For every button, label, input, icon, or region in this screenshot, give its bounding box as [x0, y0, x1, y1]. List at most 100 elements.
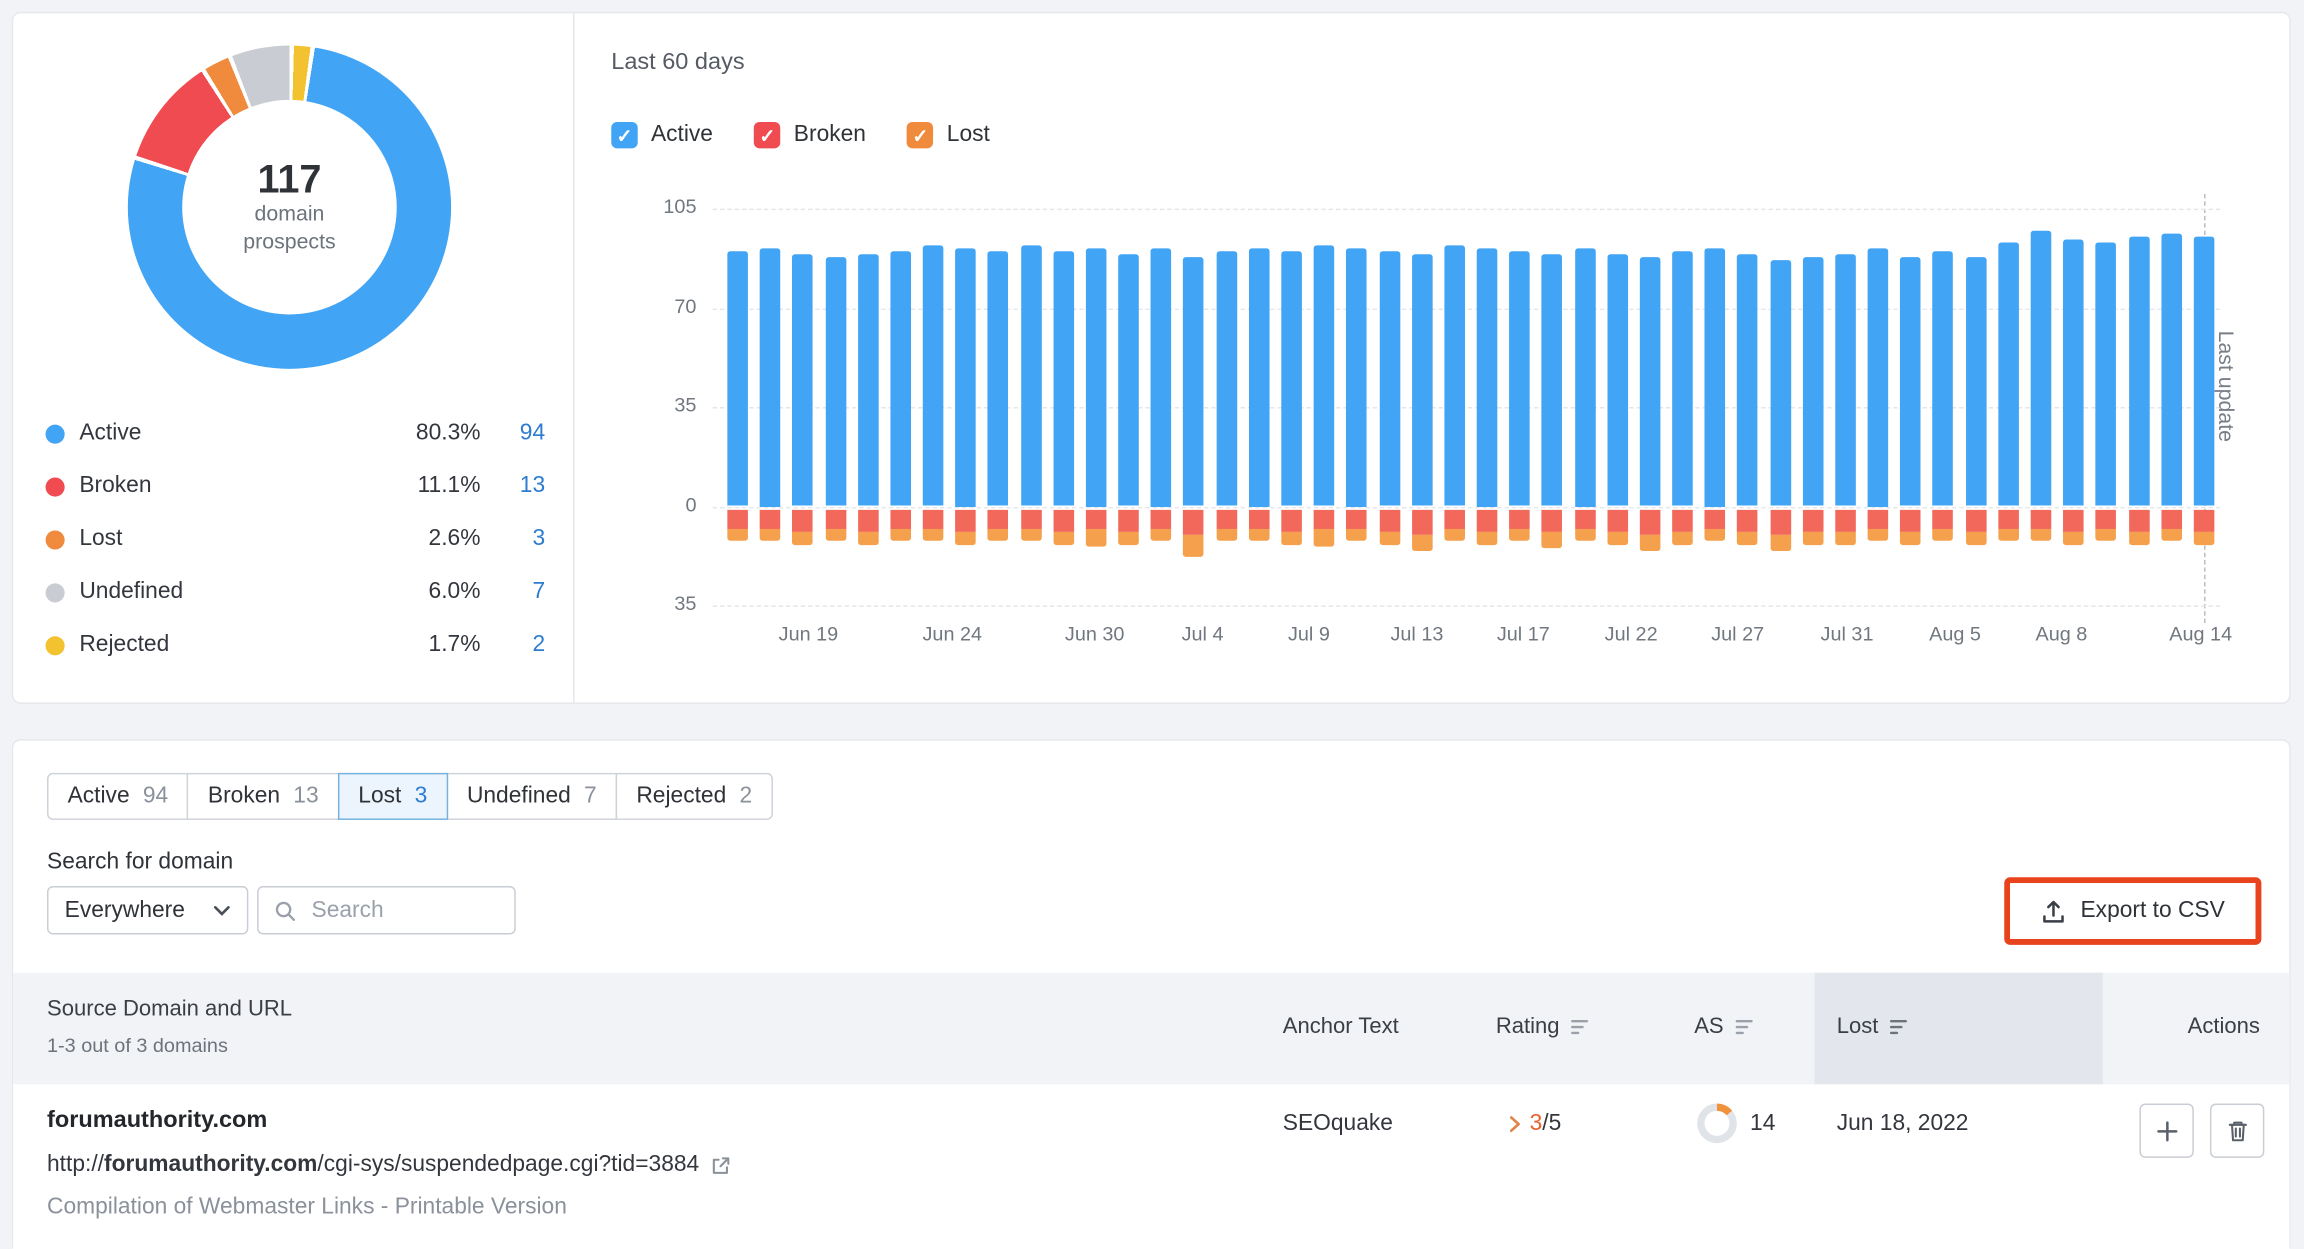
- bar-broken: [1183, 509, 1205, 535]
- column-header-actions: Actions: [2187, 1013, 2260, 1039]
- bar-broken: [1281, 509, 1302, 532]
- add-to-list-button[interactable]: [2139, 1103, 2194, 1158]
- bar-lost: [1379, 531, 1400, 546]
- bar-active: [1118, 254, 1139, 507]
- bar-broken: [922, 509, 944, 529]
- domain-search-box[interactable]: [257, 886, 516, 935]
- bar-broken: [988, 509, 1009, 529]
- bar-broken: [1639, 509, 1661, 535]
- legend-color-dot: [45, 476, 65, 496]
- legend-label: Active: [79, 420, 142, 446]
- y-axis-label: 35: [674, 592, 697, 615]
- url-prefix: http://: [47, 1152, 105, 1177]
- expand-chevron-icon[interactable]: [1509, 1115, 1521, 1133]
- column-header-rating[interactable]: Rating: [1496, 1014, 1591, 1039]
- x-axis-label: Jul 22: [1604, 623, 1658, 646]
- tab-lost[interactable]: Lost 3: [337, 772, 448, 820]
- legend-item-undefined[interactable]: Undefined 6.0% 7: [45, 566, 546, 619]
- filter-label: Active: [650, 121, 713, 147]
- tab-label: Lost: [358, 783, 402, 809]
- filter-checkbox-broken[interactable]: ✓ Broken: [754, 121, 866, 149]
- bar-broken: [1118, 509, 1139, 532]
- bar-lost: [1704, 528, 1726, 541]
- bar-broken: [825, 509, 846, 529]
- bar-lost: [988, 528, 1009, 541]
- export-upload-icon: [2041, 899, 2066, 924]
- bar-active: [1835, 254, 1856, 507]
- plus-icon: [2155, 1119, 2179, 1143]
- search-scope-select[interactable]: Everywhere: [47, 886, 249, 935]
- last-update-label: Last update: [2212, 330, 2237, 442]
- bar-lost: [1737, 531, 1758, 546]
- bar-active: [1965, 256, 1987, 507]
- search-for-domain-label: Search for domain: [47, 849, 234, 875]
- y-axis-label: 35: [674, 393, 697, 416]
- bar-broken: [1932, 509, 1954, 529]
- bar-active: [1672, 251, 1693, 507]
- bar-broken: [759, 509, 781, 529]
- bar-broken: [2128, 509, 2149, 532]
- legend-count-link[interactable]: 2: [480, 632, 545, 658]
- tab-count: 94: [142, 783, 169, 809]
- bar-broken: [1476, 509, 1498, 532]
- bar-active: [2063, 239, 2084, 507]
- tab-broken[interactable]: Broken 13: [187, 772, 340, 820]
- bar-broken: [1965, 509, 1987, 532]
- bar-lost: [1509, 528, 1530, 541]
- bar-lost: [1607, 531, 1628, 546]
- legend-count-link[interactable]: 3: [480, 526, 545, 552]
- donut-center: 117 domain prospects: [182, 99, 397, 315]
- tab-undefined[interactable]: Undefined 7: [446, 772, 618, 820]
- bar-lost: [1118, 531, 1139, 546]
- bar-broken: [2193, 509, 2215, 532]
- legend-color-dot: [45, 423, 65, 444]
- bar-active: [857, 254, 879, 507]
- column-header-lost[interactable]: Lost: [1837, 1014, 1910, 1039]
- legend-count-link[interactable]: 7: [480, 579, 545, 605]
- legend-item-active[interactable]: Active 80.3% 94: [45, 407, 546, 460]
- bar-broken: [1346, 509, 1367, 529]
- source-url: http://forumauthority.com/cgi-sys/suspen…: [47, 1152, 732, 1178]
- filter-checkbox-lost[interactable]: ✓ Lost: [907, 121, 990, 149]
- bar-active: [1444, 245, 1465, 507]
- x-axis-label: Jun 30: [1064, 623, 1125, 646]
- tab-active[interactable]: Active 94: [47, 772, 189, 820]
- bar-lost: [727, 528, 748, 541]
- bar-broken: [1248, 509, 1270, 529]
- bar-broken: [2030, 509, 2052, 529]
- authority-score-cell: 14: [1697, 1103, 1775, 1144]
- bar-active: [2128, 237, 2149, 507]
- url-domain: forumauthority.com: [104, 1152, 318, 1177]
- legend-count-link[interactable]: 94: [480, 420, 545, 446]
- rating-cell: 3/5: [1509, 1111, 1561, 1137]
- bar-broken: [857, 509, 879, 532]
- legend-item-rejected[interactable]: Rejected 1.7% 2: [45, 619, 546, 672]
- tab-label: Undefined: [466, 783, 571, 809]
- donut-total-value: 117: [257, 157, 322, 202]
- legend-percent: 6.0%: [428, 578, 481, 604]
- filter-checkbox-active[interactable]: ✓ Active: [611, 121, 713, 149]
- table-row: forumauthority.com http://forumauthority…: [13, 1084, 2290, 1249]
- bar-lost: [1085, 528, 1107, 547]
- legend-item-broken[interactable]: Broken 11.1% 13: [45, 460, 546, 513]
- x-axis-label: Aug 5: [1929, 623, 1981, 646]
- bar-lost: [1802, 531, 1824, 546]
- legend-item-lost[interactable]: Lost 2.6% 3: [45, 513, 546, 566]
- delete-button[interactable]: [2209, 1103, 2265, 1158]
- sort-icon: [1890, 1018, 1909, 1036]
- bar-lost: [792, 531, 814, 546]
- bar-lost: [1900, 531, 1921, 546]
- search-input[interactable]: [308, 895, 500, 925]
- bar-active: [1867, 248, 1889, 507]
- column-header-as[interactable]: AS: [1694, 1014, 1754, 1039]
- url-path: /cgi-sys/suspendedpage.cgi?tid=3884: [317, 1152, 700, 1177]
- bar-active: [1900, 256, 1921, 507]
- tab-rejected[interactable]: Rejected 2: [615, 772, 773, 820]
- legend-count-link[interactable]: 13: [480, 473, 545, 499]
- search-scope-value: Everywhere: [64, 897, 185, 923]
- donut-label-line1: domain: [254, 202, 325, 227]
- bar-active: [955, 248, 976, 507]
- bar-active: [792, 254, 814, 507]
- export-to-csv-button[interactable]: Export to CSV: [2010, 883, 2256, 939]
- external-link-icon[interactable]: [709, 1154, 731, 1176]
